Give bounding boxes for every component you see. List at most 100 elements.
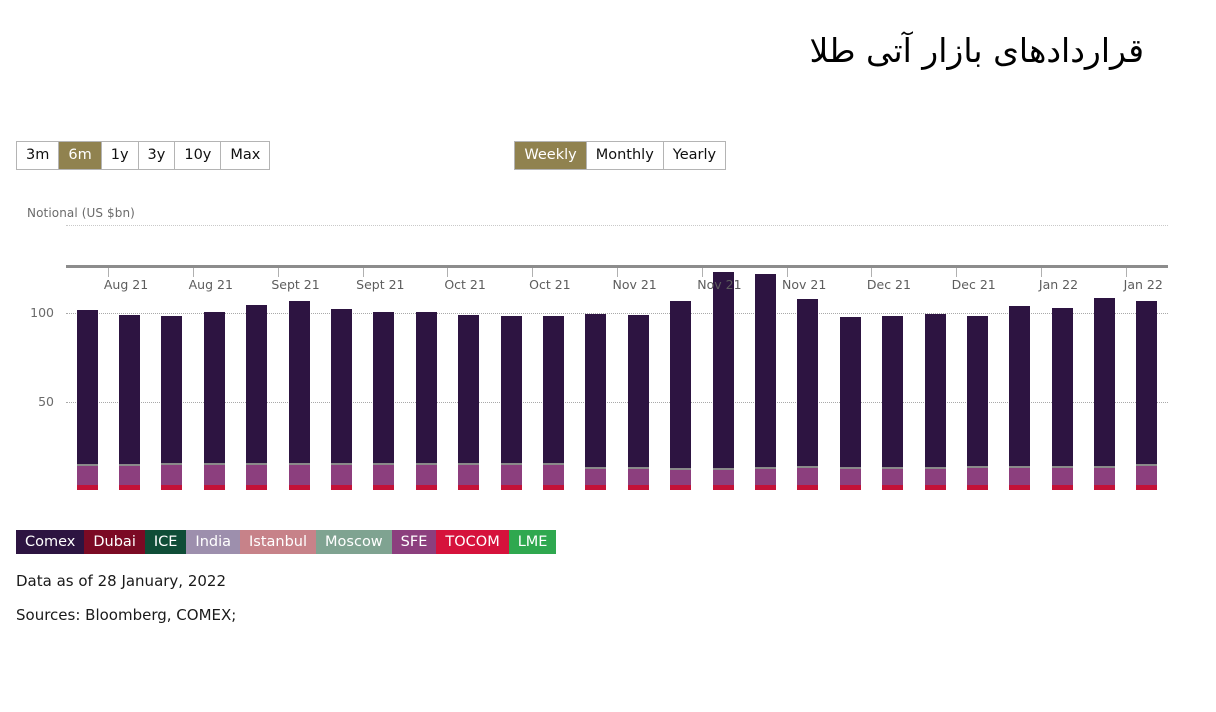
stacked-bar[interactable] <box>1136 300 1158 490</box>
stacked-bar[interactable] <box>882 316 904 490</box>
range-button-3m[interactable]: 3m <box>17 142 60 169</box>
legend-item-moscow[interactable]: Moscow <box>316 530 392 554</box>
bar-segment-sfe <box>797 467 819 485</box>
bar-segment-comex <box>203 311 225 466</box>
y-axis-ticks: 50 100 <box>0 225 62 490</box>
x-tick-mark <box>786 268 788 277</box>
bar-segment-tocom <box>839 484 861 490</box>
frequency-button-weekly[interactable]: Weekly <box>515 142 587 169</box>
bar-segment-tocom <box>458 484 480 490</box>
bar-segment-tocom <box>1136 484 1158 490</box>
stacked-bar[interactable] <box>1094 298 1116 490</box>
y-tick-label: 100 <box>30 305 54 321</box>
legend-item-istanbul[interactable]: Istanbul <box>240 530 317 554</box>
bar-segment-sfe <box>500 465 522 485</box>
stacked-bar[interactable] <box>839 316 861 490</box>
legend-item-comex[interactable]: Comex <box>16 530 85 554</box>
bar-segment-sfe <box>627 468 649 485</box>
bar-segment-sfe <box>76 466 98 485</box>
bar-segment-sfe <box>288 465 310 485</box>
bar-segment-sfe <box>119 466 141 485</box>
bar-segment-sfe <box>203 465 225 485</box>
x-tick-mark <box>193 268 195 277</box>
legend-item-lme[interactable]: LME <box>508 530 557 554</box>
x-tick-mark <box>1125 268 1127 277</box>
stacked-bar[interactable] <box>670 300 692 490</box>
stacked-bar[interactable] <box>373 311 395 490</box>
stacked-bar[interactable] <box>966 316 988 490</box>
bar-segment-tocom <box>542 484 564 490</box>
bar-segment-tocom <box>415 484 437 490</box>
stacked-bar[interactable] <box>754 274 776 490</box>
stacked-bar[interactable] <box>500 316 522 490</box>
range-button-10y[interactable]: 10y <box>175 142 222 169</box>
legend-item-india[interactable]: India <box>186 530 241 554</box>
stacked-bar[interactable] <box>627 315 649 490</box>
bar-segment-comex <box>500 316 522 466</box>
stacked-bar[interactable] <box>119 315 141 490</box>
stacked-bar[interactable] <box>203 311 225 490</box>
x-tick-mark <box>617 268 618 277</box>
legend-item-tocom[interactable]: TOCOM <box>436 530 509 554</box>
stacked-bar[interactable] <box>458 315 480 490</box>
bar-segment-sfe <box>161 465 183 485</box>
legend-item-ice[interactable]: ICE <box>144 530 187 554</box>
bar-segment-comex <box>542 316 564 466</box>
frequency-button-monthly[interactable]: Monthly <box>586 142 664 169</box>
bar-segment-tocom <box>373 484 395 490</box>
legend-item-dubai[interactable]: Dubai <box>84 530 145 554</box>
range-button-6m[interactable]: 6m <box>59 142 102 169</box>
x-tick-label: Oct 21 <box>529 277 571 292</box>
x-tick-mark <box>108 268 110 277</box>
frequency-button-group[interactable]: Weekly Monthly Yearly <box>514 141 727 170</box>
stacked-bar[interactable] <box>331 308 353 490</box>
stacked-bar[interactable] <box>1051 308 1073 490</box>
range-button-1y[interactable]: 1y <box>101 142 139 169</box>
stacked-bar[interactable] <box>924 314 946 490</box>
bar-segment-comex <box>1009 306 1031 468</box>
stacked-bar[interactable] <box>542 316 564 490</box>
bar-segment-comex <box>1136 300 1158 467</box>
range-button-3y[interactable]: 3y <box>138 142 176 169</box>
stacked-bar[interactable] <box>712 271 734 490</box>
x-tick-label: Nov 21 <box>782 277 827 292</box>
stacked-bar[interactable] <box>1009 306 1031 490</box>
time-range-button-group[interactable]: 3m 6m 1y 3y 10y Max <box>16 141 271 170</box>
x-axis: Aug 21 Aug 21 Sept 21 Sept 21 Oct 21 Oct 21 No… <box>66 268 1168 298</box>
bar-segment-comex <box>585 314 607 469</box>
bar-segment-comex <box>839 316 861 469</box>
bar-segment-sfe <box>1136 466 1158 485</box>
footer: Data as of 28 January, 2022 Sources: Blo… <box>16 570 236 638</box>
y-tick-label: 50 <box>38 393 54 409</box>
stacked-bar[interactable] <box>415 312 437 490</box>
bar-segment-tocom <box>797 484 819 490</box>
bar-segment-tocom <box>966 484 988 490</box>
stacked-bar[interactable] <box>161 316 183 490</box>
frequency-button-yearly[interactable]: Yearly <box>663 142 726 169</box>
bar-segment-comex <box>627 315 649 469</box>
stacked-bar[interactable] <box>288 300 310 490</box>
bar-segment-comex <box>288 300 310 466</box>
legend-item-sfe[interactable]: SFE <box>391 530 437 554</box>
bar-segment-sfe <box>331 465 353 485</box>
bar-segment-comex <box>966 316 988 468</box>
stacked-bar[interactable] <box>246 304 268 490</box>
bar-segment-tocom <box>1009 484 1031 490</box>
bar-segment-comex <box>246 304 268 466</box>
x-tick-mark <box>1040 268 1042 277</box>
x-tick-mark <box>447 268 449 277</box>
stacked-bar[interactable] <box>797 299 819 490</box>
x-tick-mark <box>362 268 364 277</box>
x-tick-mark <box>701 268 703 277</box>
bar-segment-comex <box>754 274 776 469</box>
x-tick-label: Sept 21 <box>271 277 320 292</box>
stacked-bar[interactable] <box>585 314 607 490</box>
bar-segment-tocom <box>288 484 310 490</box>
bar-segment-sfe <box>670 469 692 485</box>
bar-segment-sfe <box>882 468 904 485</box>
range-button-max[interactable]: Max <box>221 142 270 169</box>
bar-segment-tocom <box>670 484 692 490</box>
stacked-bar[interactable] <box>76 309 98 490</box>
bar-segment-tocom <box>161 484 183 490</box>
bar-segment-sfe <box>924 468 946 485</box>
